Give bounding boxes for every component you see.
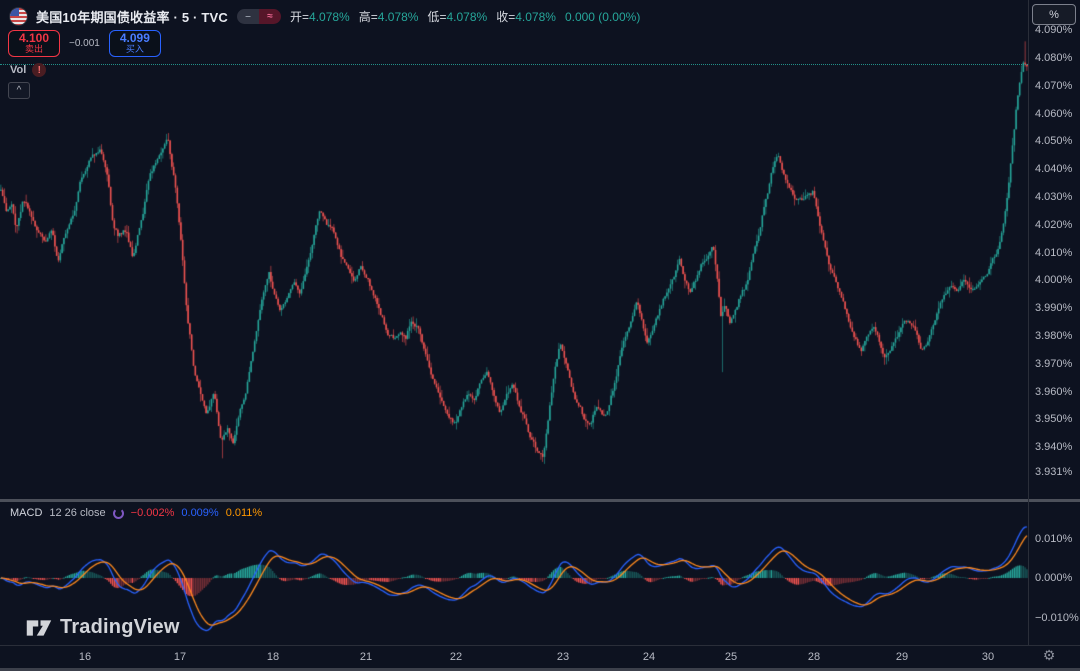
time-axis-label: 23 — [556, 651, 570, 663]
price-axis-label: 4.060% — [1035, 107, 1073, 120]
high-value: 4.078% — [377, 10, 419, 24]
low-value: 4.078% — [446, 10, 488, 24]
high-label: 高 — [358, 10, 371, 24]
price-axis-label: 4.000% — [1035, 274, 1073, 287]
collapse-legend-button[interactable]: ^ — [8, 82, 30, 99]
volume-warning-icon[interactable]: ! — [32, 63, 47, 77]
ohlc-values: 开=4.078% 高=4.078% 低=4.078% 收=4.078% 0.00… — [290, 9, 641, 25]
macd-title: MACD — [10, 507, 43, 519]
symbol-title[interactable]: 美国10年期国债收益率 · 5 · TVC — [36, 7, 228, 26]
macd-params: 12 26 close — [49, 507, 106, 519]
chart-legend: 美国10年期国债收益率 · 5 · TVC – ≈ 开=4.078% 高=4.0… — [10, 7, 640, 26]
macd-hist-value: −0.002% — [130, 507, 175, 519]
time-axis-label: 22 — [449, 651, 463, 663]
price-axis-label: 3.980% — [1035, 330, 1073, 342]
legend-toggle-pill: – ≈ — [237, 9, 281, 24]
macd-signal-value: 0.011% — [225, 507, 263, 519]
macd-axis-label: 0.000% — [1035, 572, 1073, 584]
time-axis-label: 24 — [642, 651, 656, 663]
price-axis-label: 3.931% — [1035, 466, 1073, 479]
hide-indicator-toggle[interactable]: – — [237, 9, 259, 24]
price-axis-label: 3.950% — [1035, 413, 1073, 426]
price-axis-label: 4.080% — [1035, 52, 1073, 64]
tradingview-logo[interactable]: TradingView — [26, 616, 180, 639]
time-axis-label: 29 — [895, 651, 909, 663]
sell-label: 卖出 — [24, 44, 43, 55]
wave-indicator-toggle[interactable]: ≈ — [259, 9, 281, 24]
chart-window: 美国10年期国债收益率 · 5 · TVC – ≈ 开=4.078% 高=4.0… — [0, 0, 1080, 671]
macd-line-value: 0.009% — [181, 507, 219, 519]
open-value: 4.078% — [309, 10, 350, 24]
main-chart-canvas[interactable] — [0, 0, 1028, 497]
macd-axis-label: −0.010% — [1035, 611, 1079, 624]
time-axis-label: 30 — [981, 651, 995, 663]
time-axis-label: 21 — [359, 651, 373, 663]
time-axis-label: 25 — [724, 651, 738, 663]
volume-legend: Vol ! — [10, 63, 47, 77]
price-axis-label: 4.040% — [1035, 163, 1073, 176]
volume-label: Vol — [10, 64, 27, 76]
price-axis-label: 4.010% — [1035, 246, 1073, 259]
time-axis[interactable]: 16 17 18 21 22 23 24 25 28 29 30 — [0, 645, 1080, 668]
macd-legend: MACD 12 26 close −0.002% 0.009% 0.011% — [10, 507, 262, 519]
tradingview-wordmark: TradingView — [60, 616, 180, 638]
us-flag-icon — [10, 8, 27, 25]
sell-button[interactable]: 4.100 卖出 — [8, 30, 60, 57]
close-value: 4.078% — [515, 10, 556, 24]
macd-loading-icon[interactable] — [112, 507, 124, 519]
close-label: 收 — [496, 10, 509, 24]
last-price-line — [0, 63, 1028, 65]
price-axis-label: 4.030% — [1035, 191, 1073, 203]
price-axis-label: 4.090% — [1035, 24, 1073, 37]
price-axis-label: 3.990% — [1035, 302, 1073, 315]
price-axis-label: 4.050% — [1035, 135, 1073, 148]
price-axis-label: 4.020% — [1035, 218, 1073, 231]
change-value: 0.000 (0.00%) — [564, 9, 641, 24]
time-axis-label: 16 — [78, 651, 92, 663]
gear-icon[interactable]: ⚙ — [1040, 646, 1058, 664]
spread-value: −0.001 — [69, 38, 100, 49]
buy-button[interactable]: 4.099 买入 — [108, 30, 161, 57]
open-label: 开 — [290, 10, 303, 24]
trade-panel: 4.100 卖出 −0.001 4.099 买入 — [8, 30, 161, 57]
price-axis-label: 3.970% — [1035, 357, 1073, 370]
price-axis-label: 3.960% — [1035, 385, 1073, 398]
tradingview-mark-icon — [26, 619, 52, 636]
price-axis[interactable]: 4.090% 4.080% 4.070% 4.060% 4.050% 4.040% 4.03… — [1028, 0, 1080, 645]
macd-axis-label: 0.010% — [1035, 532, 1073, 545]
buy-label: 买入 — [125, 44, 144, 55]
pane-divider[interactable] — [0, 499, 1080, 502]
price-axis-label: 4.070% — [1035, 79, 1073, 92]
time-axis-label: 17 — [173, 651, 187, 663]
price-axis-label: 3.940% — [1035, 441, 1073, 454]
time-axis-label: 28 — [807, 651, 821, 663]
low-label: 低 — [427, 10, 440, 24]
time-axis-label: 18 — [266, 651, 280, 663]
